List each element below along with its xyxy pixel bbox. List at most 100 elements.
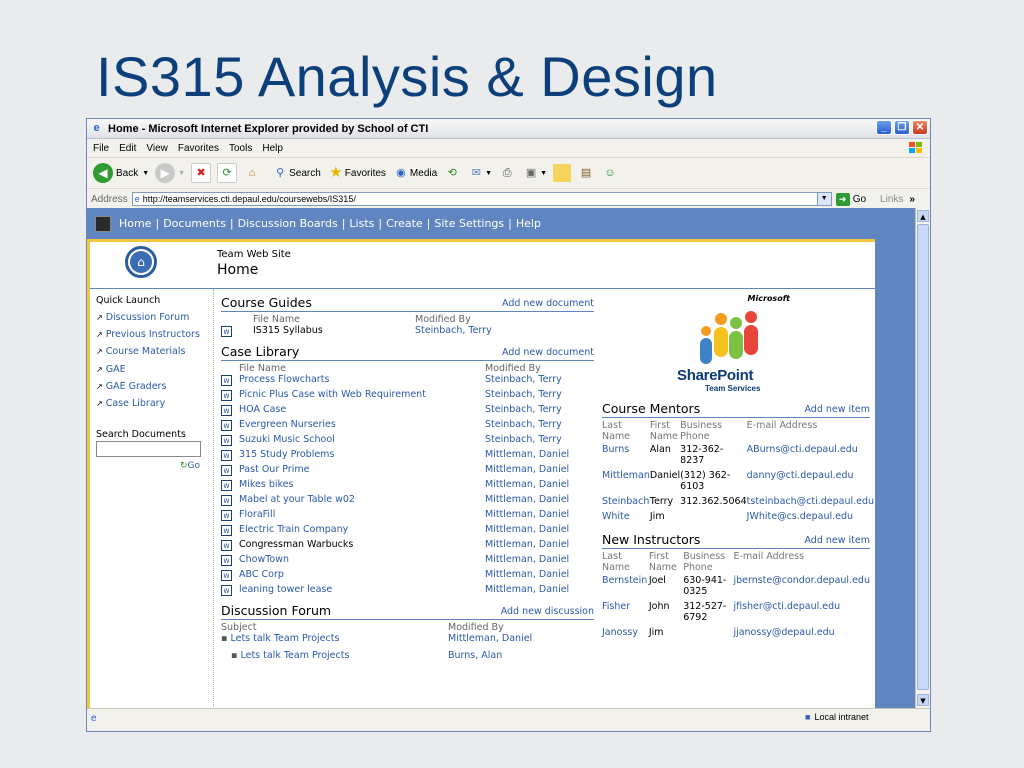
forward-arrow-icon: ▶ — [155, 163, 176, 183]
table-row[interactable]: W Suzuki Music School Steinbach, Terry — [221, 434, 594, 449]
research-button[interactable]: ▤ — [577, 164, 595, 182]
go-arrow-icon: ➜ — [835, 192, 850, 206]
print-button[interactable]: ⎙ — [498, 164, 516, 182]
menu-tools[interactable]: Tools — [229, 143, 252, 154]
edit-button[interactable]: ▣ ▼ — [522, 164, 547, 182]
nav-create[interactable]: Create — [386, 217, 423, 230]
case-library-add-link[interactable]: Add new document — [502, 347, 594, 358]
address-dropdown-icon[interactable]: ▼ — [816, 193, 831, 205]
cell-phone: 312-362-8237 — [680, 444, 724, 466]
discussion-add-link[interactable]: Add new discussion — [501, 606, 594, 617]
restore-button[interactable]: ❐ — [894, 120, 910, 135]
table-row[interactable]: W Congressman Warbucks Mittleman, Daniel — [221, 539, 594, 554]
case-library-title[interactable]: Case Library — [221, 344, 299, 359]
ql-case-library[interactable]: ↗ Case Library — [96, 398, 165, 409]
course-guides-title[interactable]: Course Guides — [221, 295, 312, 310]
ql-previous-instructors[interactable]: ↗ Previous Instructors — [96, 329, 200, 340]
media-button[interactable]: ◉ Media — [392, 164, 437, 182]
table-row[interactable]: Fisher John 312-527-6792 jfisher@cti.depaul… — [602, 601, 870, 627]
nav-site-settings[interactable]: Site Settings — [434, 217, 504, 230]
stop-button[interactable]: ✖ — [191, 163, 212, 183]
table-row[interactable]: W Evergreen Nurseries Steinbach, Terry — [221, 419, 594, 434]
table-row[interactable]: W 315 Study Problems Mittleman, Daniel — [221, 449, 594, 464]
table-row[interactable]: W FloraFill Mittleman, Daniel — [221, 509, 594, 524]
table-row[interactable]: W Electric Train Company Mittleman, Daniel — [221, 524, 594, 539]
table-row[interactable]: W IS315 Syllabus Steinbach, Terry — [221, 325, 594, 340]
edit-icon: ▣ — [525, 167, 537, 179]
table-row[interactable]: Mittleman Daniel (312) 362-6103 danny@cti.d… — [602, 470, 874, 496]
ql-gae-graders[interactable]: ↗ GAE Graders — [96, 381, 166, 392]
window-titlebar[interactable]: e Home - Microsoft Internet Explorer pro… — [87, 119, 930, 139]
nav-lists[interactable]: Lists — [349, 217, 374, 230]
scroll-thumb[interactable] — [917, 224, 929, 690]
search-documents-input[interactable] — [96, 441, 201, 457]
modified-by: Mittleman, Daniel — [485, 569, 570, 580]
instructors-add-link[interactable]: Add new item — [804, 535, 870, 546]
scroll-up-icon[interactable]: ▲ — [917, 210, 929, 222]
menu-view[interactable]: View — [146, 143, 168, 154]
back-button[interactable]: ◀ Back ▼ — [93, 163, 149, 183]
table-row[interactable]: White Jim JWhite@cs.depaul.edu — [602, 511, 874, 526]
ql-discussion-forum[interactable]: ↗ Discussion Forum — [96, 312, 189, 323]
cell-last: Burns — [602, 444, 630, 455]
menu-file[interactable]: File — [93, 143, 109, 154]
table-row[interactable]: Burns Alan 312-362-8237 ABurns@cti.depaul.e… — [602, 444, 874, 470]
menu-favorites[interactable]: Favorites — [178, 143, 219, 154]
address-input[interactable]: e http://teamservices.cti.depaul.edu/cou… — [131, 192, 832, 206]
cell-email: JWhite@cs.depaul.edu — [746, 511, 854, 522]
close-button[interactable]: ✕ — [912, 120, 928, 135]
scroll-down-icon[interactable]: ▼ — [917, 694, 929, 706]
table-row[interactable]: Steinbach Terry 312.362.5064 tsteinbach@cti… — [602, 496, 874, 511]
instructors-title[interactable]: New Instructors — [602, 532, 700, 547]
modified-by: Mittleman, Daniel — [485, 449, 570, 460]
browser-window: e Home - Microsoft Internet Explorer pro… — [86, 118, 931, 732]
mentors-title[interactable]: Course Mentors — [602, 401, 700, 416]
table-row[interactable]: W Mabel at your Table w02 Mittleman, Danie… — [221, 494, 594, 509]
home-button[interactable]: ⌂ — [243, 164, 261, 182]
cell-phone: 312-527-6792 — [683, 601, 727, 623]
course-guides-add-link[interactable]: Add new document — [502, 298, 594, 309]
table-row[interactable]: W Process Flowcharts Steinbach, Terry — [221, 374, 594, 389]
minimize-button[interactable]: _ — [876, 120, 892, 135]
table-row[interactable]: W Mikes bikes Mittleman, Daniel — [221, 479, 594, 494]
folder-button[interactable] — [553, 164, 572, 182]
nav-documents[interactable]: Documents — [163, 217, 226, 230]
menu-edit[interactable]: Edit — [119, 143, 136, 154]
list-item[interactable]: ▪ Lets talk Team Projects Burns, Alan — [221, 650, 594, 665]
table-row[interactable]: Janossy Jim jjanossy@depaul.edu — [602, 627, 870, 642]
table-row[interactable]: W Past Our Prime Mittleman, Daniel — [221, 464, 594, 479]
chevron-right-icon[interactable]: » — [909, 194, 915, 205]
search-go-button[interactable]: ↻Go — [180, 461, 200, 471]
messenger-button[interactable]: ☺ — [601, 164, 619, 182]
modified-by: Steinbach, Terry — [485, 404, 562, 415]
ql-gae[interactable]: ↗ GAE — [96, 364, 126, 375]
table-row[interactable]: Wleaning tower lease Mittleman, Daniel — [221, 584, 594, 599]
nav-help[interactable]: Help — [516, 217, 541, 230]
menu-help[interactable]: Help — [262, 143, 283, 154]
table-row[interactable]: W Picnic Plus Case with Web Requirement St… — [221, 389, 594, 404]
toolbar: ◀ Back ▼ ▶ ▼ ✖ ⟳ ⌂ ⚲ Search ★ Favorites ◉ … — [87, 158, 930, 189]
ql-course-materials[interactable]: ↗ Course Materials — [96, 346, 185, 357]
history-button[interactable]: ⟲ — [443, 164, 461, 182]
table-row[interactable]: W ABC Corp Mittleman, Daniel — [221, 569, 594, 584]
case-library-header: Case Library Add new document — [221, 344, 594, 361]
table-row[interactable]: W ChowTown Mittleman, Daniel — [221, 554, 594, 569]
right-column: Microsoft SharePoint Team Services Cours… — [602, 289, 874, 642]
nav-discussion-boards[interactable]: Discussion Boards — [238, 217, 338, 230]
search-button[interactable]: ⚲ Search — [271, 164, 321, 182]
list-item[interactable]: ▪ Lets talk Team Projects Mittleman, Dan… — [221, 633, 594, 650]
nav-home[interactable]: Home — [119, 217, 151, 230]
refresh-button[interactable]: ⟳ — [217, 163, 238, 183]
links-toolbar[interactable]: Links — [880, 194, 903, 205]
mentors-add-link[interactable]: Add new item — [804, 404, 870, 415]
cell-phone — [680, 511, 746, 526]
table-row[interactable]: W HOA Case Steinbach, Terry — [221, 404, 594, 419]
favorites-button[interactable]: ★ Favorites — [327, 164, 386, 182]
go-button[interactable]: ➜ Go — [835, 192, 866, 206]
modified-by: Mittleman, Daniel — [485, 524, 570, 535]
forward-button[interactable]: ▶ ▼ — [155, 163, 185, 183]
discussion-title[interactable]: Discussion Forum — [221, 603, 331, 618]
table-row[interactable]: Bernstein Joel 630-941-0325 jbernste@condor… — [602, 575, 870, 601]
vertical-scrollbar[interactable]: ▲ ▼ — [915, 208, 930, 708]
mail-button[interactable]: ✉ ▼ — [467, 164, 493, 182]
